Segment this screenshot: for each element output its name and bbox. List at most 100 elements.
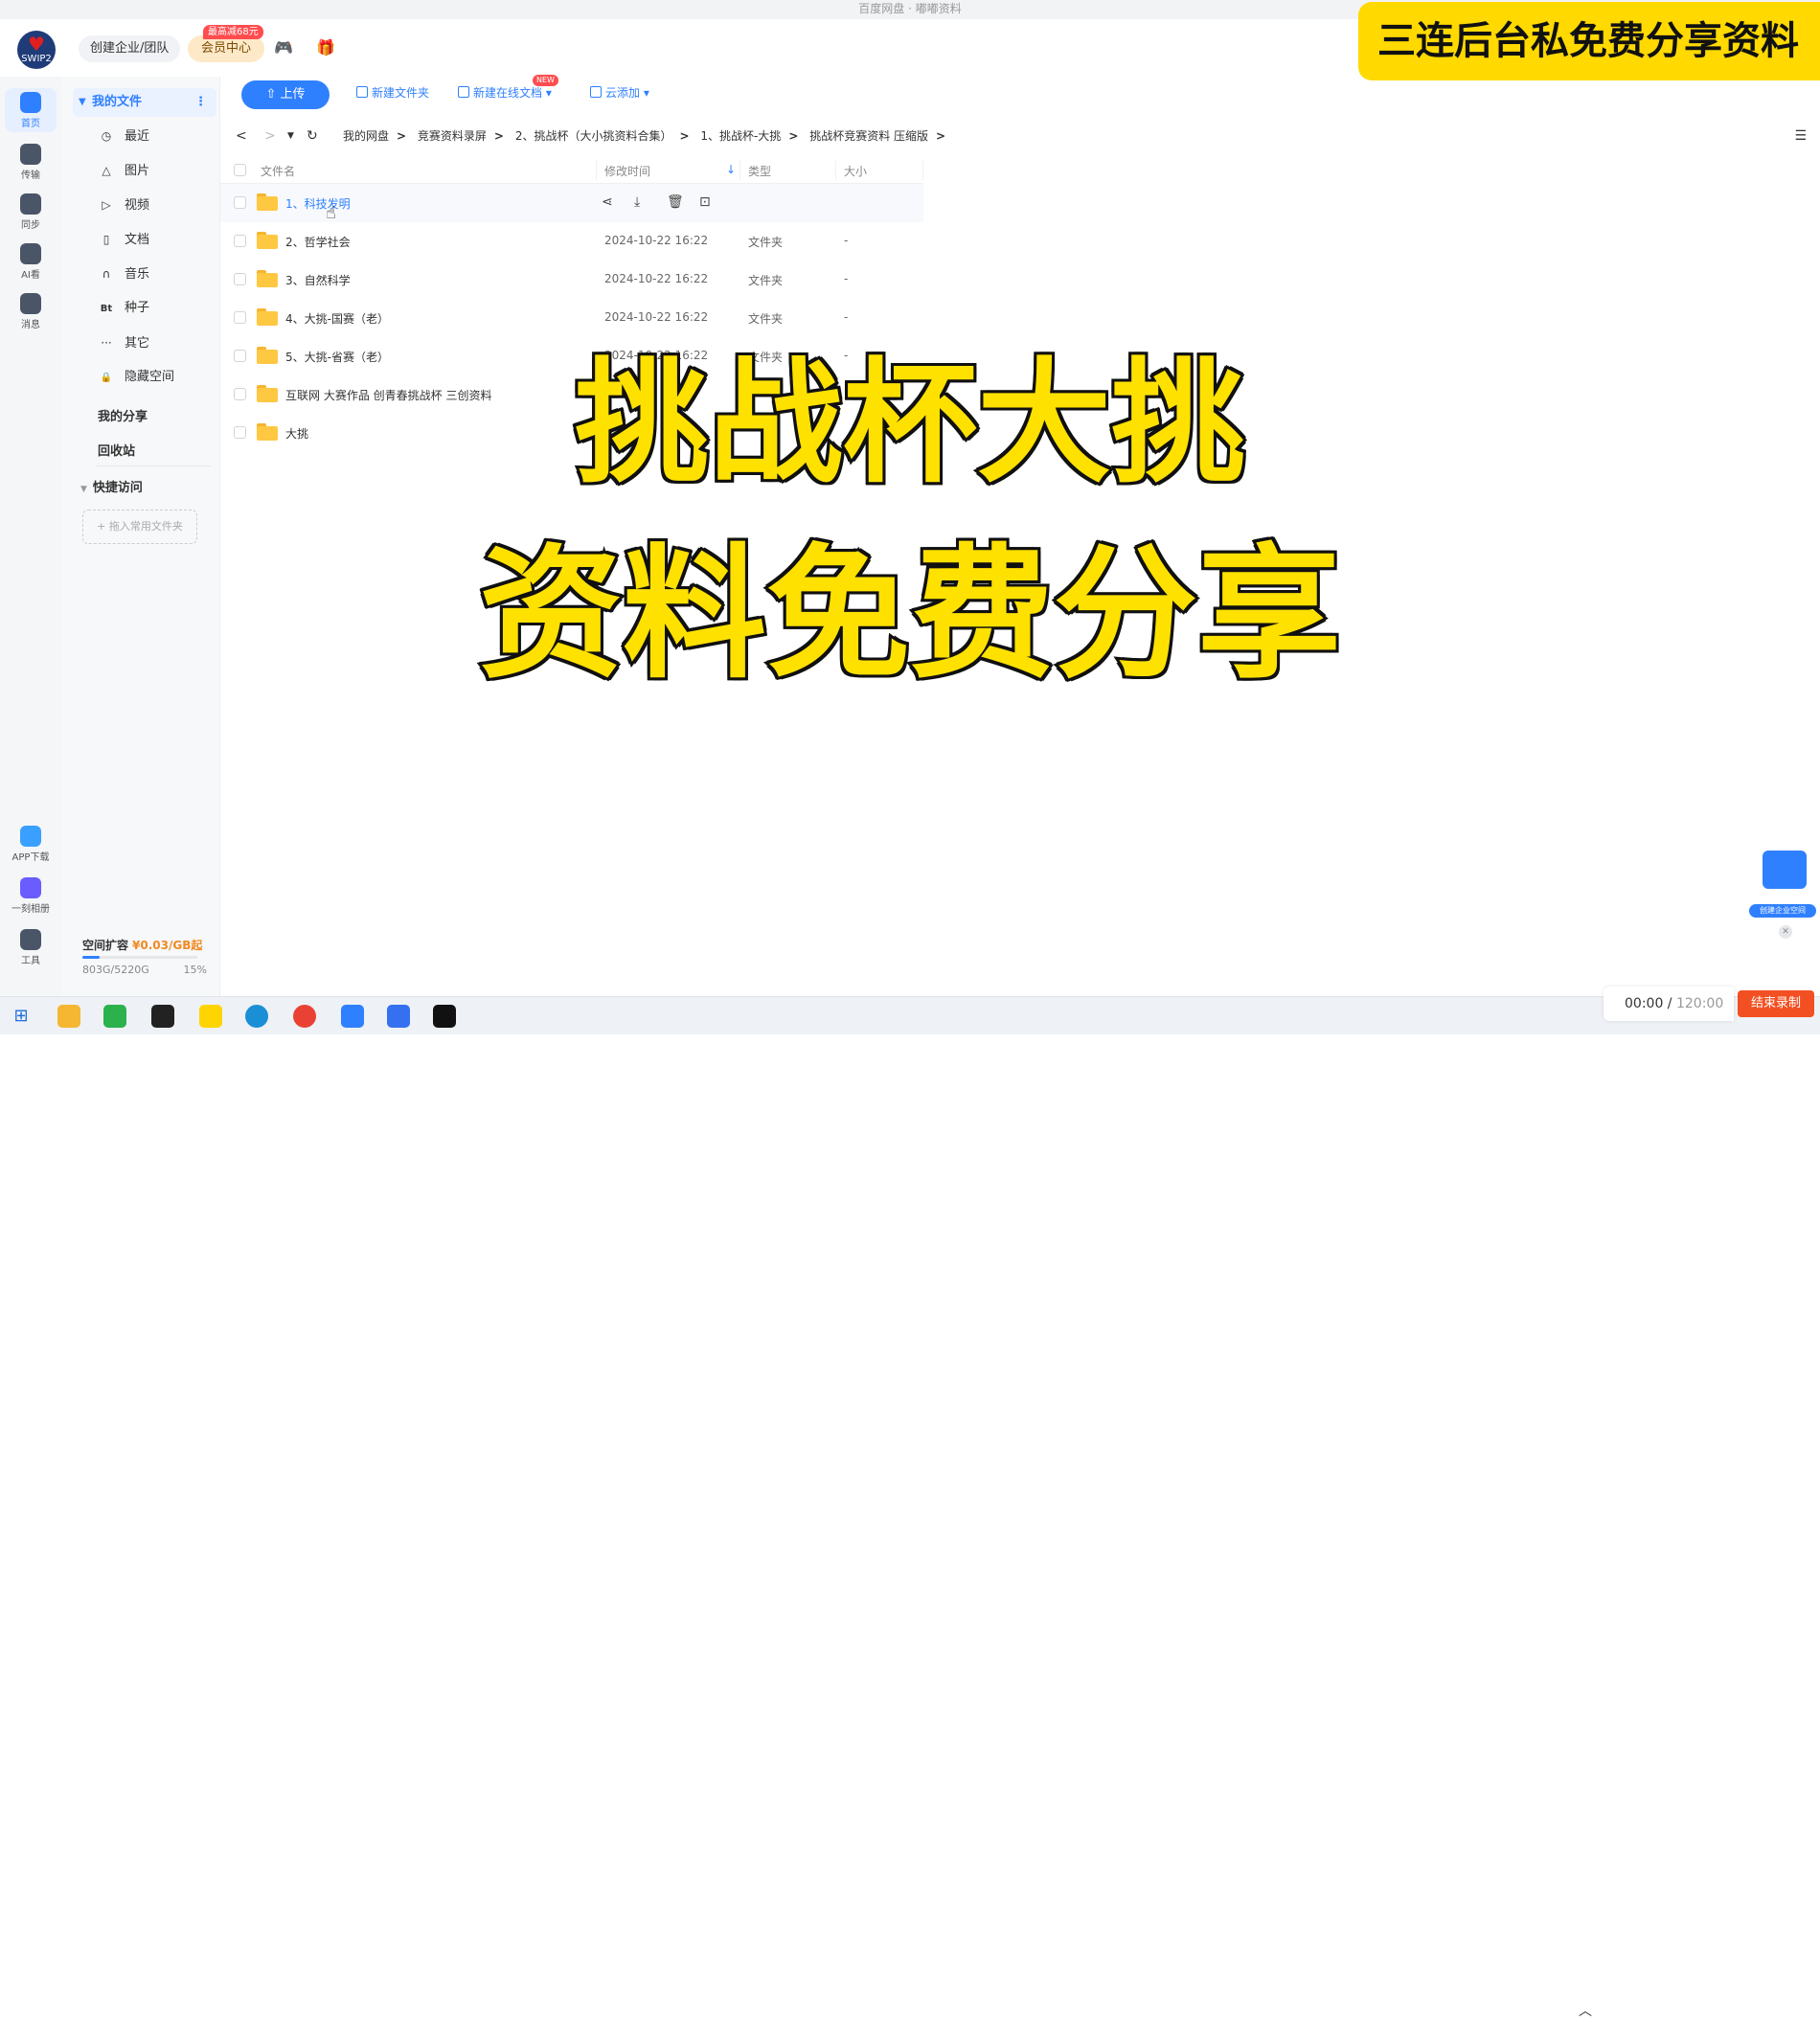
forward-icon[interactable]: > — [264, 125, 276, 148]
baidu-icon[interactable] — [387, 1005, 410, 1028]
rail-item-message[interactable]: 消息 — [0, 293, 61, 330]
breadcrumb-item[interactable]: 竞赛资料录屏 — [418, 129, 487, 143]
delete-icon[interactable]: 🗑 — [667, 194, 684, 210]
notes-icon[interactable] — [199, 1005, 222, 1028]
rail-item-tools[interactable]: 工具 — [0, 929, 61, 966]
file-type: 文件夹 — [748, 274, 784, 287]
file-name[interactable]: 1、科技发明 — [285, 195, 351, 212]
column-divider — [835, 161, 836, 180]
refresh-icon[interactable]: ↻ — [307, 125, 318, 148]
column-divider — [922, 161, 923, 180]
row-checkbox[interactable] — [234, 235, 246, 247]
tray-chevron-up-icon[interactable]: ︿ — [1579, 2001, 1592, 2020]
sidebar-item-documents[interactable]: ▯ 文档 — [96, 230, 149, 249]
file-size: - — [844, 272, 849, 285]
cloud-add-label: 云添加 — [605, 86, 641, 100]
sidebar-item-recent[interactable]: ◷ 最近 — [96, 126, 149, 146]
select-all-checkbox[interactable] — [234, 164, 246, 176]
storage-expand[interactable]: 空间扩容 ¥0.03/GB起 — [82, 937, 202, 953]
timer-total: 120:00 — [1675, 996, 1724, 1011]
new-online-doc-button[interactable]: 新建在线文档 ▾ — [458, 84, 552, 101]
rail-item-ai[interactable]: AI看 — [0, 243, 61, 281]
avatar[interactable]: ♥ SWIP2 — [17, 31, 56, 69]
sidebar-item-music[interactable]: ∩ 音乐 — [96, 264, 149, 284]
back-icon[interactable]: < — [236, 125, 247, 148]
rail-label: 工具 — [21, 956, 40, 966]
caret-down-icon: ▼ — [79, 97, 86, 107]
qq-icon[interactable] — [151, 1005, 174, 1028]
storage-percent: 15% — [183, 964, 207, 976]
folder-icon — [257, 308, 278, 326]
rail-item-transfer[interactable]: 传输 — [0, 144, 61, 181]
my-files-header[interactable]: ▼ 我的文件 ⋮ — [73, 88, 216, 117]
baidu-netdisk-icon[interactable] — [341, 1005, 364, 1028]
column-type[interactable]: 类型 — [748, 163, 771, 179]
rail-label: 消息 — [21, 320, 40, 330]
gift-icon[interactable]: 🎁 — [316, 38, 335, 57]
row-checkbox[interactable] — [234, 273, 246, 285]
sort-desc-icon[interactable]: ↓ — [726, 163, 736, 176]
row-checkbox[interactable] — [234, 311, 246, 324]
new-badge: NEW — [533, 75, 558, 86]
rail-item-app-download[interactable]: APP下载 — [0, 826, 61, 863]
enterprise-space-widget[interactable]: 创建企业空间 — [1749, 851, 1816, 921]
chevron-right-icon: > — [936, 129, 946, 143]
overlay-caption-line2: 资料免费分享 — [476, 529, 1344, 701]
mouse-cursor-icon: ☝ — [326, 203, 336, 223]
storage-used: 803G/5220G — [82, 964, 149, 976]
edge-icon[interactable] — [245, 1005, 268, 1028]
column-divider — [739, 161, 740, 180]
rail-item-sync[interactable]: 同步 — [0, 193, 61, 231]
wechat-icon[interactable] — [103, 1005, 126, 1028]
table-row[interactable]: 4、大挑-国赛（老） 2024-10-22 16:22 文件夹 - — [220, 299, 923, 337]
file-name[interactable]: 3、自然科学 — [285, 272, 351, 288]
breadcrumb-item[interactable]: 挑战杯竞赛资料 压缩版 — [809, 129, 928, 143]
table-row[interactable]: 2、哲学社会 2024-10-22 16:22 文件夹 - — [220, 222, 923, 261]
new-folder-label: 新建文件夹 — [372, 86, 430, 100]
album-icon — [20, 877, 41, 898]
column-size[interactable]: 大小 — [844, 163, 867, 179]
widget-label: 创建企业空间 — [1749, 904, 1816, 918]
stop-recording-button[interactable]: 结束录制 — [1738, 990, 1814, 1017]
file-name[interactable]: 4、大挑-国赛（老） — [285, 310, 389, 327]
new-doc-label: 新建在线文档 — [473, 86, 543, 100]
sidebar-item-images[interactable]: △ 图片 — [96, 161, 149, 180]
folder-icon — [257, 193, 278, 211]
cloud-add-button[interactable]: 云添加 ▾ — [590, 84, 649, 101]
row-checkbox[interactable] — [234, 196, 246, 209]
column-modified[interactable]: 修改时间 — [604, 163, 650, 179]
new-folder-button[interactable]: 新建文件夹 — [356, 84, 429, 101]
rail-item-album[interactable]: 一刻相册 — [0, 877, 61, 915]
game-icon[interactable]: 🎮 — [274, 38, 293, 57]
breadcrumb-item[interactable]: 1、挑战杯-大挑 — [700, 129, 781, 143]
sidebar-item-label: 视频 — [125, 198, 150, 213]
close-icon[interactable]: ✕ — [1779, 925, 1792, 939]
breadcrumb-item[interactable]: 2、挑战杯（大小挑资料合集） — [515, 129, 672, 143]
share-icon[interactable]: ⋖ — [602, 194, 613, 210]
sidebar-item-label: 图片 — [125, 164, 150, 178]
capcut-icon[interactable] — [433, 1005, 456, 1028]
more-info-icon[interactable]: ⊡ — [699, 194, 711, 210]
storage-usage: 803G/5220G 15% — [82, 964, 207, 976]
sort-icon[interactable]: ☰ — [1794, 125, 1807, 148]
table-row[interactable]: 3、自然科学 2024-10-22 16:22 文件夹 - — [220, 261, 923, 299]
upload-button[interactable]: ⇧ 上传 — [241, 80, 330, 109]
storage-price: ¥0.03/GB起 — [132, 939, 203, 952]
sidebar-item-videos[interactable]: ▷ 视频 — [96, 195, 149, 215]
column-name[interactable]: 文件名 — [261, 163, 295, 179]
sidebar-item-torrents[interactable]: Bt 种子 — [96, 299, 149, 318]
windows-start-icon[interactable]: ⊞ — [10, 1005, 33, 1028]
history-dropdown-icon[interactable]: ▼ — [287, 125, 294, 148]
create-team-button[interactable]: 创建企业/团队 — [79, 35, 181, 62]
file-explorer-icon[interactable] — [57, 1005, 80, 1028]
file-date: 2024-10-22 16:22 — [604, 234, 709, 247]
file-name[interactable]: 2、哲学社会 — [285, 234, 351, 250]
vip-center-button[interactable]: 会员中心 — [188, 35, 265, 62]
chrome-icon[interactable] — [293, 1005, 316, 1028]
column-divider — [596, 161, 597, 180]
download-icon[interactable]: ⤓ — [634, 194, 640, 210]
breadcrumb-item[interactable]: 我的网盘 — [343, 129, 389, 143]
rail-item-home[interactable]: 首页 — [5, 88, 57, 132]
more-vertical-icon[interactable]: ⋮ — [194, 88, 207, 117]
download-icon — [590, 86, 602, 98]
